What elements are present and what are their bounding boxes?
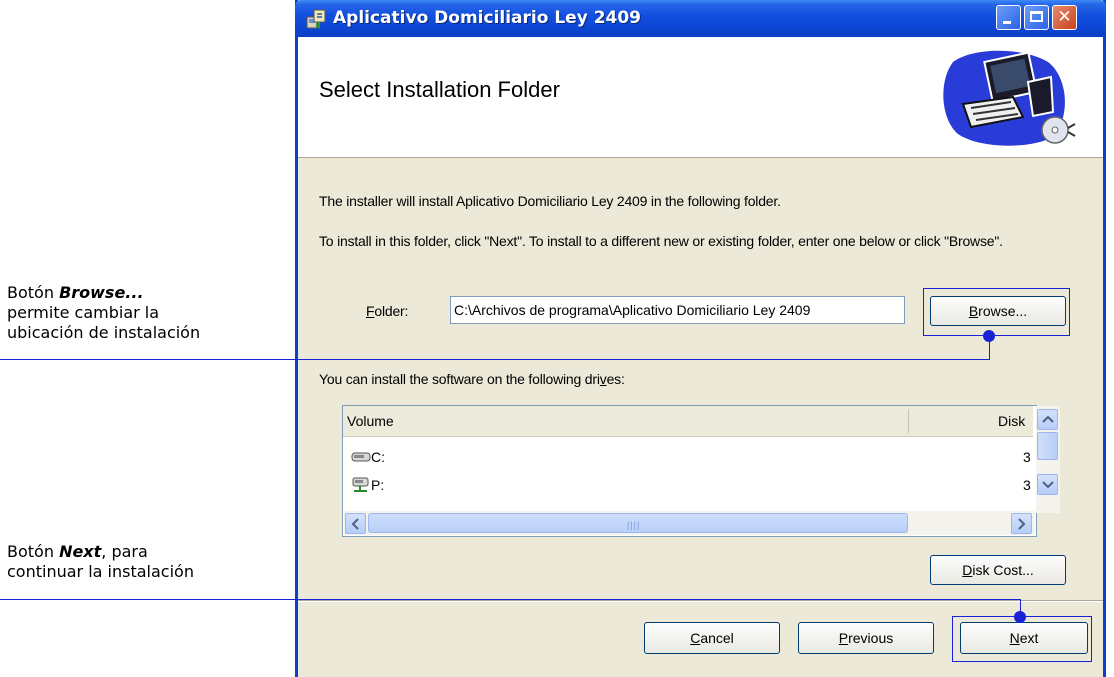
chevron-left-icon (351, 518, 359, 530)
maximize-button[interactable] (1024, 5, 1049, 30)
hard-drive-icon (351, 452, 371, 462)
folder-label: Folder: (366, 303, 408, 319)
network-drive-icon (352, 477, 369, 492)
cancel-button[interactable]: Cancel (644, 622, 780, 654)
installer-app-icon (306, 9, 326, 29)
horizontal-scrollbar[interactable]: |||| (344, 511, 1035, 535)
access-key: C (690, 630, 701, 646)
instruction-text: To install in this folder, click "Next".… (319, 233, 1003, 249)
header-banner: Select Installation Folder (298, 37, 1103, 158)
close-button[interactable]: ✕ (1052, 5, 1077, 30)
divider (298, 600, 1103, 602)
next-callout-dot (1014, 611, 1026, 623)
intro-text: The installer will install Aplicativo Do… (319, 193, 781, 209)
chevron-down-icon (1042, 481, 1054, 489)
browse-annotation: Botón Browse... permite cambiar la ubica… (7, 283, 200, 343)
browse-highlight (923, 288, 1070, 336)
list-item[interactable]: P: (351, 477, 384, 493)
annotation-line: permite cambiar la (7, 303, 160, 322)
drives-label: You can install the software on the foll… (319, 371, 625, 387)
access-key: v (599, 371, 607, 387)
cancel-label: ancel (700, 630, 734, 646)
drive-disk-value: 3 (1023, 449, 1031, 465)
scroll-down-button[interactable] (1037, 474, 1058, 495)
window-title: Aplicativo Domiciliario Ley 2409 (333, 8, 642, 28)
drives-label-post: es: (606, 371, 625, 387)
annotation-suffix: , para (101, 542, 148, 561)
column-header-volume[interactable]: Volume (347, 413, 394, 429)
grip-icon: |||| (627, 520, 641, 530)
title-bar[interactable]: Aplicativo Domiciliario Ley 2409 ✕ (295, 0, 1106, 37)
annotation-line: continuar la instalación (7, 562, 194, 581)
scroll-thumb[interactable] (1037, 432, 1058, 460)
vertical-scrollbar[interactable] (1035, 406, 1060, 513)
drives-listview[interactable]: Volume Disk C: 3 P: 3 |||| (342, 405, 1060, 537)
folder-input[interactable]: C:\Archivos de programa\Aplicativo Domic… (450, 296, 905, 324)
previous-label: revious (848, 630, 894, 646)
annotation-line: ubicación de instalación (7, 323, 201, 342)
disk-cost-button[interactable]: Disk Cost... (930, 555, 1066, 585)
listview-header: Volume Disk (343, 406, 1033, 437)
computer-illustration-icon (943, 50, 1076, 146)
folder-label-rest: older: (374, 303, 409, 319)
browse-callout-dot (983, 330, 995, 342)
next-annotation: Botón Next, para continuar la instalació… (7, 542, 194, 582)
annotation-keyword: Next (59, 542, 102, 561)
column-divider[interactable] (908, 409, 909, 433)
minimize-button[interactable] (996, 5, 1021, 30)
access-key: D (962, 562, 973, 578)
annotation-prefix: Botón (7, 283, 60, 302)
browse-callout-line (0, 359, 990, 360)
next-highlight (952, 616, 1092, 662)
drive-disk-value: 3 (1023, 477, 1031, 493)
drive-name: P: (371, 477, 385, 493)
annotation-keyword: Browse... (59, 283, 144, 302)
next-callout-line (0, 599, 1021, 600)
scroll-up-button[interactable] (1037, 409, 1058, 430)
disk-cost-label: isk Cost... (972, 562, 1034, 578)
scroll-right-button[interactable] (1011, 513, 1032, 534)
chevron-right-icon (1018, 518, 1026, 530)
drive-name: C: (371, 449, 385, 465)
list-item[interactable]: C: (351, 449, 385, 465)
annotation-prefix: Botón (7, 542, 60, 561)
access-key: P (838, 630, 849, 646)
page-title: Select Installation Folder (319, 77, 560, 102)
column-header-disk[interactable]: Disk (998, 413, 1025, 429)
previous-button[interactable]: Previous (798, 622, 934, 654)
close-icon: ✕ (1057, 7, 1072, 27)
chevron-up-icon (1042, 415, 1054, 423)
scroll-thumb[interactable]: |||| (368, 513, 908, 533)
drives-label-pre: You can install the software on the foll… (319, 371, 600, 387)
scroll-left-button[interactable] (345, 513, 366, 534)
